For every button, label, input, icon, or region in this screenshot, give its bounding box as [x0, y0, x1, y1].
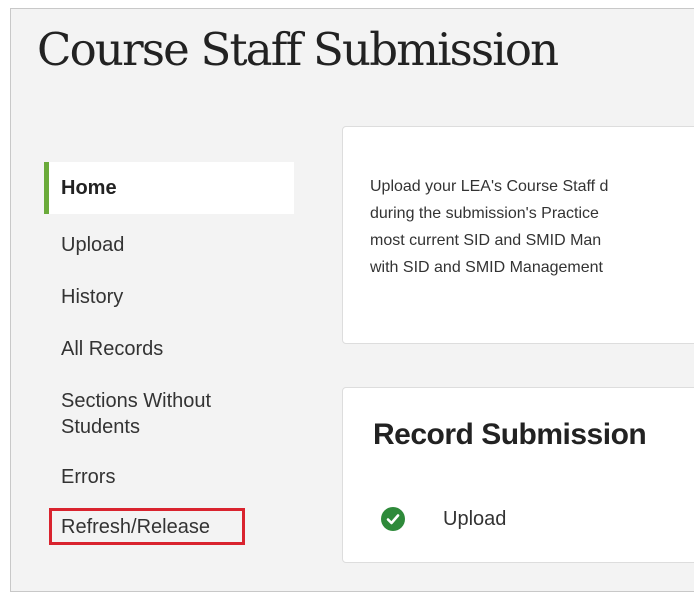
- app-window: Course Staff Submission Home Upload Hist…: [10, 8, 694, 592]
- sidebar-item-all-records[interactable]: All Records: [44, 336, 294, 362]
- sidebar-item-label-line-1: Sections Without: [61, 390, 212, 412]
- record-submission-title: Record Submission: [373, 418, 647, 451]
- sidebar-item-upload[interactable]: Upload: [44, 232, 294, 258]
- step-label: Upload: [443, 507, 507, 530]
- sidebar-item-errors[interactable]: Errors: [44, 464, 294, 490]
- sidebar-item-refresh-release[interactable]: Refresh/Release: [44, 514, 294, 540]
- intro-text-line: most current SID and SMID Man: [370, 232, 602, 249]
- page-title: Course Staff Submission: [37, 23, 559, 76]
- sidebar-item-sections-without-students[interactable]: Sections Without Students: [44, 388, 294, 440]
- intro-text-line: during the submission's Practice: [370, 205, 599, 222]
- record-submission-card: Record Submission Upload: [342, 387, 694, 563]
- sidebar-item-history[interactable]: History: [44, 284, 294, 310]
- sidebar-item-home[interactable]: Home: [44, 162, 294, 214]
- step-upload: Upload: [381, 506, 506, 532]
- intro-card: Upload your LEA's Course Staff d during …: [342, 126, 694, 344]
- intro-text-line: with SID and SMID Management: [370, 259, 603, 276]
- intro-text-line: Upload your LEA's Course Staff d: [370, 178, 609, 195]
- sidebar-item-label-line-2: Students: [61, 416, 140, 438]
- check-circle-icon: [381, 507, 405, 531]
